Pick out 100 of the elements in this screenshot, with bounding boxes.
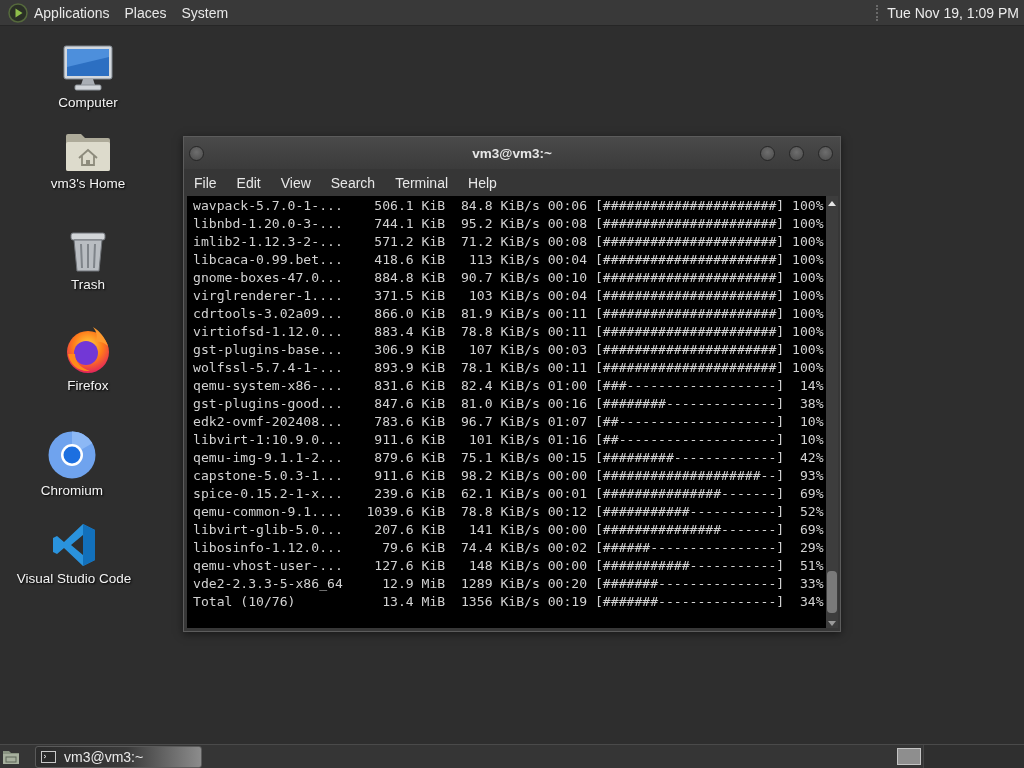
package-name: virglrenderer-1.... — [193, 287, 343, 305]
download-rate: 81.9 KiB/s — [461, 305, 540, 323]
hash-progress-text: [######################] — [595, 251, 785, 269]
percent-done: 10% — [799, 431, 824, 449]
ring-logo-icon[interactable] — [48, 431, 96, 479]
menu-item[interactable]: View — [270, 171, 321, 194]
percent-done: 10% — [799, 413, 824, 431]
menu-item[interactable]: Help — [458, 171, 507, 194]
package-name: qemu-img-9.1.1-2... — [193, 449, 343, 467]
package-name: gst-plugins-base... — [193, 341, 343, 359]
desktop-icon-label[interactable]: Computer — [58, 95, 118, 111]
download-rate: 74.4 KiB/s — [461, 539, 540, 557]
percent-done: 34% — [799, 593, 824, 611]
time-remaining: 00:16 — [547, 395, 588, 413]
time-remaining: 00:11 — [547, 323, 588, 341]
package-name: qemu-system-x86-... — [193, 377, 343, 395]
panel-menu[interactable]: System — [174, 2, 236, 23]
desktop-icon-label[interactable]: vm3's Home — [50, 176, 126, 192]
hash-progress-text: [######----------------] — [595, 539, 785, 557]
time-remaining: 01:00 — [547, 377, 588, 395]
clock[interactable]: Tue Nov 19, 1:09 PM — [887, 4, 1019, 21]
download-rate: 96.7 KiB/s — [461, 413, 540, 431]
fox-globe-icon[interactable] — [64, 326, 112, 374]
percent-done: 93% — [799, 467, 824, 485]
time-remaining: 00:00 — [547, 521, 588, 539]
percent-done: 69% — [799, 485, 824, 503]
maximize-button[interactable] — [789, 145, 804, 161]
hash-progress-text: [###-------------------] — [595, 377, 785, 395]
menu-item[interactable]: Search — [320, 171, 386, 194]
download-size: 831.6 KiB — [374, 377, 446, 395]
window-titlebar[interactable]: vm3@vm3:~ — [184, 137, 840, 169]
scrollbar[interactable] — [826, 196, 838, 628]
download-size: 571.2 KiB — [374, 233, 446, 251]
package-name: edk2-ovmf-202408... — [193, 413, 343, 431]
package-name: spice-0.15.2-1-x... — [193, 485, 343, 503]
menu-item[interactable]: Terminal — [385, 171, 459, 194]
download-size: 127.6 KiB — [374, 557, 446, 575]
taskbar-button[interactable]: vm3@vm3:~ — [35, 745, 202, 768]
package-name: libvirt-glib-5.0... — [193, 521, 343, 539]
monitor-icon[interactable] — [63, 45, 113, 91]
percent-done: 100% — [792, 323, 824, 341]
panel-menu[interactable]: Applications — [27, 2, 117, 23]
download-rate: 78.1 KiB/s — [461, 359, 540, 377]
time-remaining: 01:07 — [547, 413, 588, 431]
menu-item[interactable]: File — [184, 171, 227, 194]
download-rate: 71.2 KiB/s — [461, 233, 540, 251]
download-size: 371.5 KiB — [374, 287, 446, 305]
percent-done: 33% — [799, 575, 824, 593]
time-remaining: 00:08 — [547, 233, 588, 251]
package-name: virtiofsd-1.12.0... — [193, 323, 343, 341]
percent-done: 100% — [792, 251, 824, 269]
percent-done: 29% — [799, 539, 824, 557]
time-remaining: 00:03 — [547, 341, 588, 359]
window-title: vm3@vm3:~ — [472, 145, 552, 161]
minimize-button[interactable] — [760, 145, 775, 161]
time-remaining: 00:04 — [547, 251, 588, 269]
down-arrow-icon[interactable] — [828, 621, 836, 626]
hash-progress-text: [######################] — [595, 341, 785, 359]
desktop-icon-label[interactable]: Visual Studio Code — [16, 571, 132, 587]
menu-item[interactable]: Edit — [226, 171, 271, 194]
hash-progress-text: [#######---------------] — [595, 593, 785, 611]
package-name: wolfssl-5.7.4-1-... — [193, 359, 343, 377]
package-name: cdrtools-3.02a09... — [193, 305, 343, 323]
percent-done: 100% — [792, 197, 824, 215]
scrollbar-thumb[interactable] — [827, 571, 837, 613]
desktop-icon-label[interactable]: Firefox — [67, 378, 109, 394]
download-rate: 78.8 KiB/s — [461, 323, 540, 341]
time-remaining: 00:08 — [547, 215, 588, 233]
hash-progress-text: [######################] — [595, 287, 785, 305]
hash-progress-text: [####################--] — [595, 467, 785, 485]
hash-progress-text: [########--------------] — [595, 395, 785, 413]
window-menu-button[interactable] — [189, 145, 204, 161]
percent-done: 100% — [792, 233, 824, 251]
download-size: 911.6 KiB — [374, 467, 446, 485]
play-circle-icon[interactable] — [8, 2, 28, 23]
package-name: libcaca-0.99.bet... — [193, 251, 343, 269]
download-size: 879.6 KiB — [374, 449, 446, 467]
download-size: 239.6 KiB — [374, 485, 446, 503]
download-rate: 107 KiB/s — [468, 341, 540, 359]
up-arrow-icon[interactable] — [828, 201, 836, 206]
panel-menu[interactable]: Places — [117, 2, 174, 23]
hash-progress-text: [######################] — [595, 359, 785, 377]
desktop-icon-label[interactable]: Trash — [71, 277, 105, 293]
download-size: 744.1 KiB — [374, 215, 446, 233]
hash-progress-text: [######################] — [595, 305, 785, 323]
download-size: 866.0 KiB — [374, 305, 446, 323]
close-button[interactable] — [818, 145, 833, 161]
percent-done: 38% — [799, 395, 824, 413]
package-name: libosinfo-1.12.0... — [193, 539, 343, 557]
download-rate: 1356 KiB/s — [461, 593, 540, 611]
terminal-icon — [41, 750, 56, 763]
folder-icon[interactable] — [2, 748, 20, 765]
desktop-icon-label[interactable]: Chromium — [40, 483, 104, 499]
trash-icon[interactable] — [69, 231, 107, 273]
home-folder-icon[interactable] — [65, 132, 111, 172]
time-remaining: 00:10 — [547, 269, 588, 287]
package-name: gnome-boxes-47.0... — [193, 269, 343, 287]
workspace-switcher[interactable] — [897, 748, 921, 765]
ribbon-logo-icon[interactable] — [52, 523, 96, 567]
time-remaining: 00:11 — [547, 359, 588, 377]
